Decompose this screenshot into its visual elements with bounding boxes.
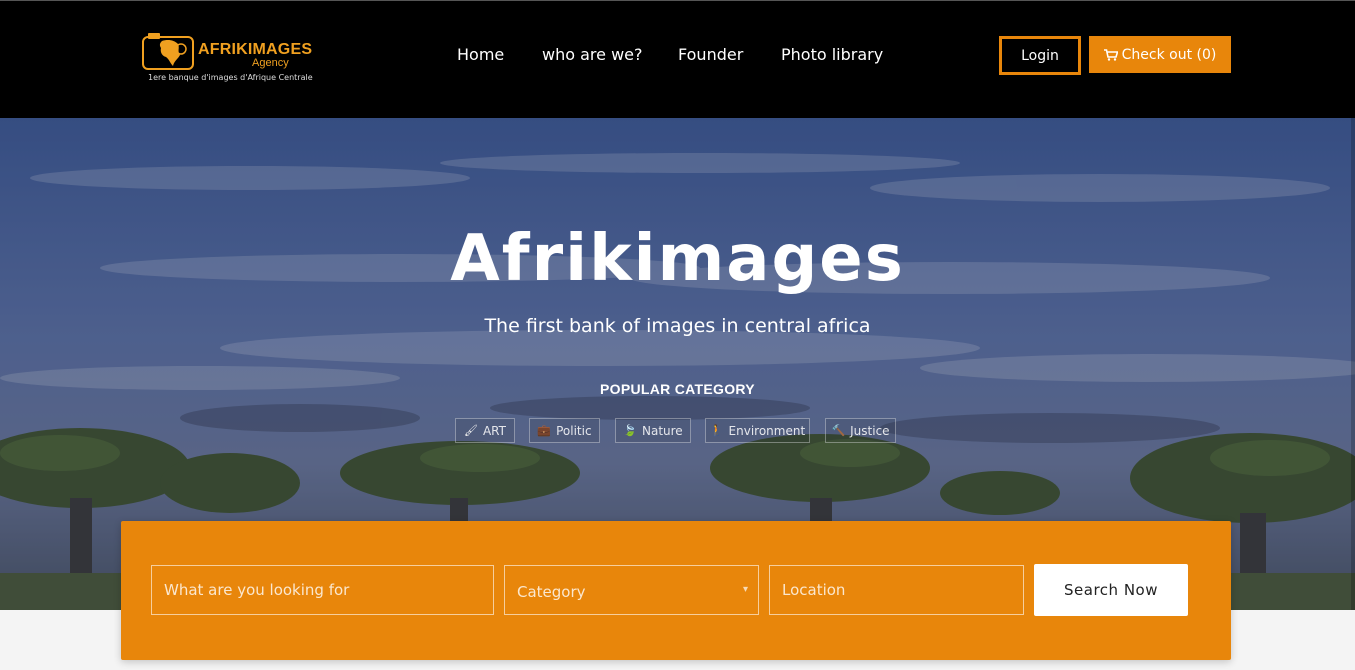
category-tag-politic[interactable]: 💼 Politic bbox=[529, 418, 600, 443]
category-tag-label: Justice bbox=[850, 423, 890, 438]
login-label: Login bbox=[1021, 47, 1059, 64]
search-panel: What are you looking for Category ▾ Loca… bbox=[121, 521, 1231, 660]
page-scrollbar[interactable] bbox=[1351, 118, 1355, 610]
popular-category-heading: POPULAR CATEGORY bbox=[600, 381, 755, 397]
category-tag-art[interactable]: 🖌 ART bbox=[455, 418, 515, 443]
gavel-icon: 🔨 bbox=[831, 424, 846, 437]
category-tag-environment[interactable]: 🚶 Environment bbox=[705, 418, 810, 443]
hero-subtitle: The first bank of images in central afri… bbox=[484, 315, 871, 337]
login-button[interactable]: Login bbox=[999, 36, 1081, 75]
category-tag-label: Nature bbox=[642, 423, 683, 438]
category-tag-justice[interactable]: 🔨 Justice bbox=[825, 418, 896, 443]
category-select[interactable]: Category ▾ bbox=[504, 565, 759, 615]
search-now-button[interactable]: Search Now bbox=[1034, 564, 1188, 616]
search-now-label: Search Now bbox=[1064, 581, 1158, 599]
category-tag-label: Environment bbox=[728, 423, 806, 438]
leaf-icon: 🍃 bbox=[623, 424, 637, 437]
nav-photo-library[interactable]: Photo library bbox=[781, 45, 883, 64]
location-placeholder: Location bbox=[782, 581, 846, 599]
checkout-label: Check out (0) bbox=[1121, 46, 1217, 63]
search-query-input[interactable]: What are you looking for bbox=[151, 565, 494, 615]
cart-icon bbox=[1103, 48, 1118, 61]
nav-founder[interactable]: Founder bbox=[678, 45, 743, 64]
logo-tagline: 1ere banque d'images d'Afrique Centrale bbox=[148, 73, 313, 82]
top-navbar: AFRIKIMAGES Agency 1ere banque d'images … bbox=[0, 0, 1355, 118]
location-input[interactable]: Location bbox=[769, 565, 1024, 615]
category-tag-label: ART bbox=[482, 423, 506, 438]
search-query-placeholder: What are you looking for bbox=[164, 581, 350, 599]
walking-person-icon: 🚶 bbox=[709, 424, 724, 437]
category-select-placeholder: Category bbox=[517, 583, 586, 601]
nav-home[interactable]: Home bbox=[457, 45, 504, 64]
category-tag-label: Politic bbox=[556, 423, 592, 438]
hero-title: Afrikimages bbox=[450, 222, 905, 296]
chevron-down-icon: ▾ bbox=[742, 584, 748, 595]
category-tag-nature[interactable]: 🍃 Nature bbox=[615, 418, 691, 443]
nav-who-are-we[interactable]: who are we? bbox=[542, 45, 642, 64]
checkout-button[interactable]: Check out (0) bbox=[1089, 36, 1231, 73]
paintbrush-icon: 🖌 bbox=[464, 424, 478, 437]
briefcase-icon: 💼 bbox=[537, 424, 552, 437]
